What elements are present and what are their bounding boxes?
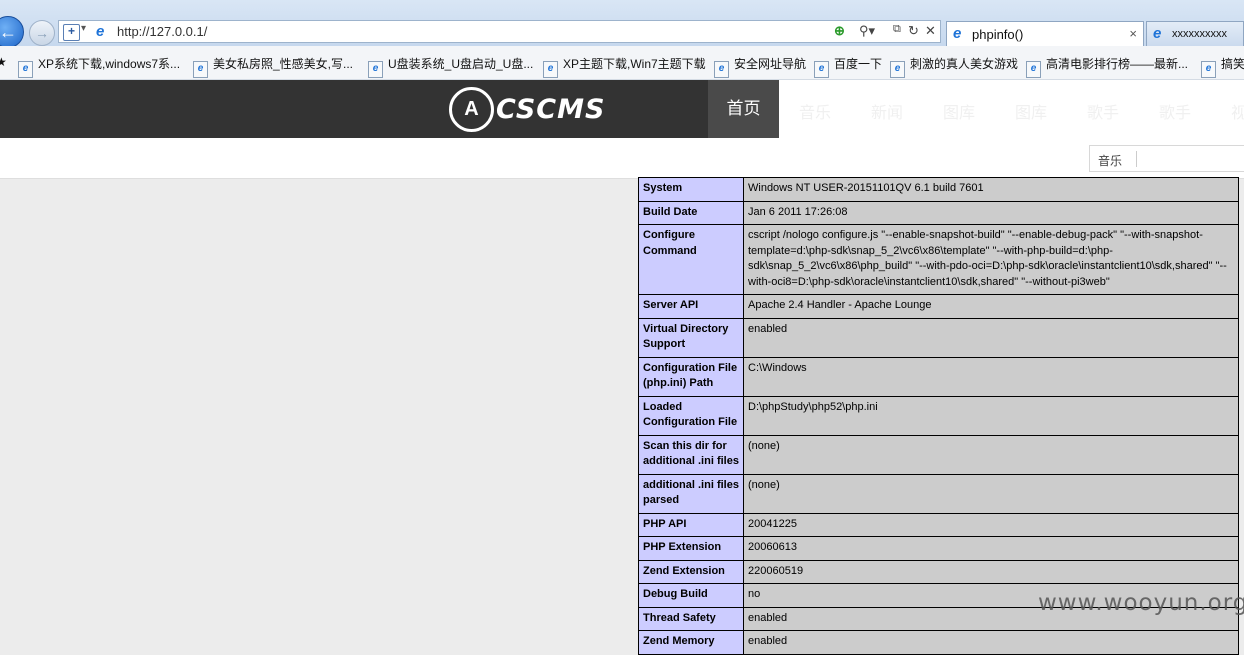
table-row: Scan this dir for additional .ini files(…	[638, 434, 1239, 475]
table-row: Build Date Jan 6 2011 17:26:08	[638, 200, 1239, 225]
forward-button[interactable]: →	[29, 20, 55, 46]
nav-video[interactable]: 视	[1231, 99, 1244, 123]
favorite-link[interactable]: e 百度一下	[814, 55, 882, 78]
favorite-link[interactable]: e 高清电影排行榜——最新...	[1026, 55, 1188, 78]
table-row: Server API Apache 2.4 Handler - Apache Lo…	[638, 294, 1239, 319]
tab-title: xxxxxxxxxx	[1172, 28, 1227, 40]
refresh-icon[interactable]: ↻	[908, 23, 919, 39]
row-key: System	[638, 177, 744, 202]
ie-icon: e	[714, 61, 729, 78]
ie-icon: e	[1026, 61, 1041, 78]
compat-icon[interactable]: ⊕	[834, 23, 845, 39]
arrow-right-icon: →	[35, 25, 49, 41]
row-value: D:\phpStudy\php52\php.ini	[743, 395, 1239, 436]
favorite-link[interactable]: e U盘装系统_U盘启动_U盘...	[368, 55, 533, 78]
row-key: Debug Build	[638, 583, 744, 608]
row-key: additional .ini files parsed	[638, 473, 744, 514]
row-key: Scan this dir for additional .ini files	[638, 434, 744, 475]
search-category[interactable]: 音乐	[1098, 152, 1122, 169]
arrow-left-icon: ←	[0, 21, 17, 42]
row-value: enabled	[743, 630, 1239, 655]
row-key: Zend Extension	[638, 559, 744, 584]
ie-icon: e	[890, 61, 905, 78]
row-value: cscript /nologo configure.js "--enable-s…	[743, 224, 1239, 295]
tab-phpinfo[interactable]: e phpinfo() ×	[946, 21, 1144, 46]
tab-title: phpinfo()	[972, 27, 1024, 42]
close-tab-icon[interactable]: ×	[1129, 26, 1137, 41]
search-box[interactable]: 音乐	[1089, 145, 1244, 172]
watermark: www.wooyun.org	[1038, 590, 1244, 616]
row-value: (none)	[743, 434, 1239, 475]
stop-icon[interactable]: ✕	[925, 23, 936, 39]
table-row: Configuration File (php.ini) Path C:\Wind…	[638, 356, 1239, 397]
table-row: System Windows NT USER-20151101QV 6.1 bui…	[638, 177, 1239, 202]
row-key: Configuration File (php.ini) Path	[638, 356, 744, 397]
row-key: Zend Memory	[638, 630, 744, 655]
favorites-star-icon[interactable]: ★	[0, 55, 7, 69]
table-row: Zend Memory enabled	[638, 630, 1239, 655]
ie-icon: e	[193, 61, 208, 78]
site-logo-text[interactable]: CSCMS	[496, 94, 605, 125]
address-bar[interactable]: + ▾ e http://127.0.0.1/ ⊕ ⚲▾ ⧉ ↻ ✕	[58, 20, 941, 43]
ie-icon: e	[18, 61, 33, 78]
row-key: Thread Safety	[638, 606, 744, 631]
nav-music[interactable]: 音乐	[799, 99, 831, 123]
nav-gallery[interactable]: 图库	[943, 99, 975, 123]
table-row: PHP API 20041225	[638, 512, 1239, 537]
table-row: Zend Extension 220060519	[638, 559, 1239, 584]
row-key: Virtual Directory Support	[638, 317, 744, 358]
favorite-link[interactable]: e 搞笑	[1201, 55, 1244, 78]
tab-other[interactable]: e xxxxxxxxxx	[1146, 21, 1244, 46]
favorite-link[interactable]: e XP主题下载,Win7主题下载	[543, 55, 706, 78]
nav-news[interactable]: 新闻	[871, 99, 903, 123]
divider	[1136, 151, 1137, 167]
row-key: Loaded Configuration File	[638, 395, 744, 436]
nav-home[interactable]: 首页	[708, 80, 779, 138]
page-icon[interactable]: +	[63, 24, 80, 41]
nav-singer[interactable]: 歌手	[1087, 99, 1119, 123]
search-icon[interactable]: ⚲▾	[859, 23, 875, 39]
ie-icon: e	[1201, 61, 1216, 78]
nav-gallery-2[interactable]: 图库	[1015, 99, 1047, 123]
row-value: Jan 6 2011 17:26:08	[743, 200, 1239, 225]
table-row: Loaded Configuration File D:\phpStudy\php…	[638, 395, 1239, 436]
row-value: 220060519	[743, 559, 1239, 584]
ie-icon: e	[814, 61, 829, 78]
ie-icon: e	[368, 61, 383, 78]
table-row: additional .ini files parsed (none)	[638, 473, 1239, 514]
nav-singer-2[interactable]: 歌手	[1159, 99, 1191, 123]
row-key: PHP Extension	[638, 536, 744, 561]
favorite-link[interactable]: e XP系统下载,windows7系...	[18, 55, 180, 78]
row-value: Apache 2.4 Handler - Apache Lounge	[743, 294, 1239, 319]
ie-icon: e	[96, 23, 105, 40]
row-value: 20060613	[743, 536, 1239, 561]
row-key: Configure Command	[638, 224, 744, 295]
table-row: PHP Extension 20060613	[638, 536, 1239, 561]
row-key: Build Date	[638, 200, 744, 225]
favorite-link[interactable]: e 美女私房照_性感美女,写...	[193, 55, 353, 78]
favorite-link[interactable]: e 安全网址导航	[714, 55, 806, 78]
row-key: Server API	[638, 294, 744, 319]
row-value: C:\Windows	[743, 356, 1239, 397]
favorite-link[interactable]: e 刺激的真人美女游戏	[890, 55, 1018, 78]
row-key: PHP API	[638, 512, 744, 537]
favorites-bar: ★ e XP系统下载,windows7系... e 美女私房照_性感美女,写... …	[0, 46, 1244, 80]
ie-icon: e	[1153, 25, 1162, 42]
chevron-down-icon[interactable]: ▾	[81, 23, 86, 34]
logo-icon[interactable]: A	[449, 87, 494, 132]
table-row: Virtual Directory Support enabled	[638, 317, 1239, 358]
ie-icon: e	[953, 25, 962, 42]
row-value: enabled	[743, 317, 1239, 358]
phpinfo-table: System Windows NT USER-20151101QV 6.1 bui…	[638, 177, 1239, 655]
table-row: Configure Command cscript /nologo configu…	[638, 224, 1239, 295]
ie-icon: e	[543, 61, 558, 78]
compatibility-view-icon[interactable]: ⧉	[893, 23, 901, 36]
url-text[interactable]: http://127.0.0.1/	[117, 24, 207, 39]
row-value: Windows NT USER-20151101QV 6.1 build 760…	[743, 177, 1239, 202]
row-value: 20041225	[743, 512, 1239, 537]
sub-bar	[0, 138, 1244, 179]
row-value: (none)	[743, 473, 1239, 514]
